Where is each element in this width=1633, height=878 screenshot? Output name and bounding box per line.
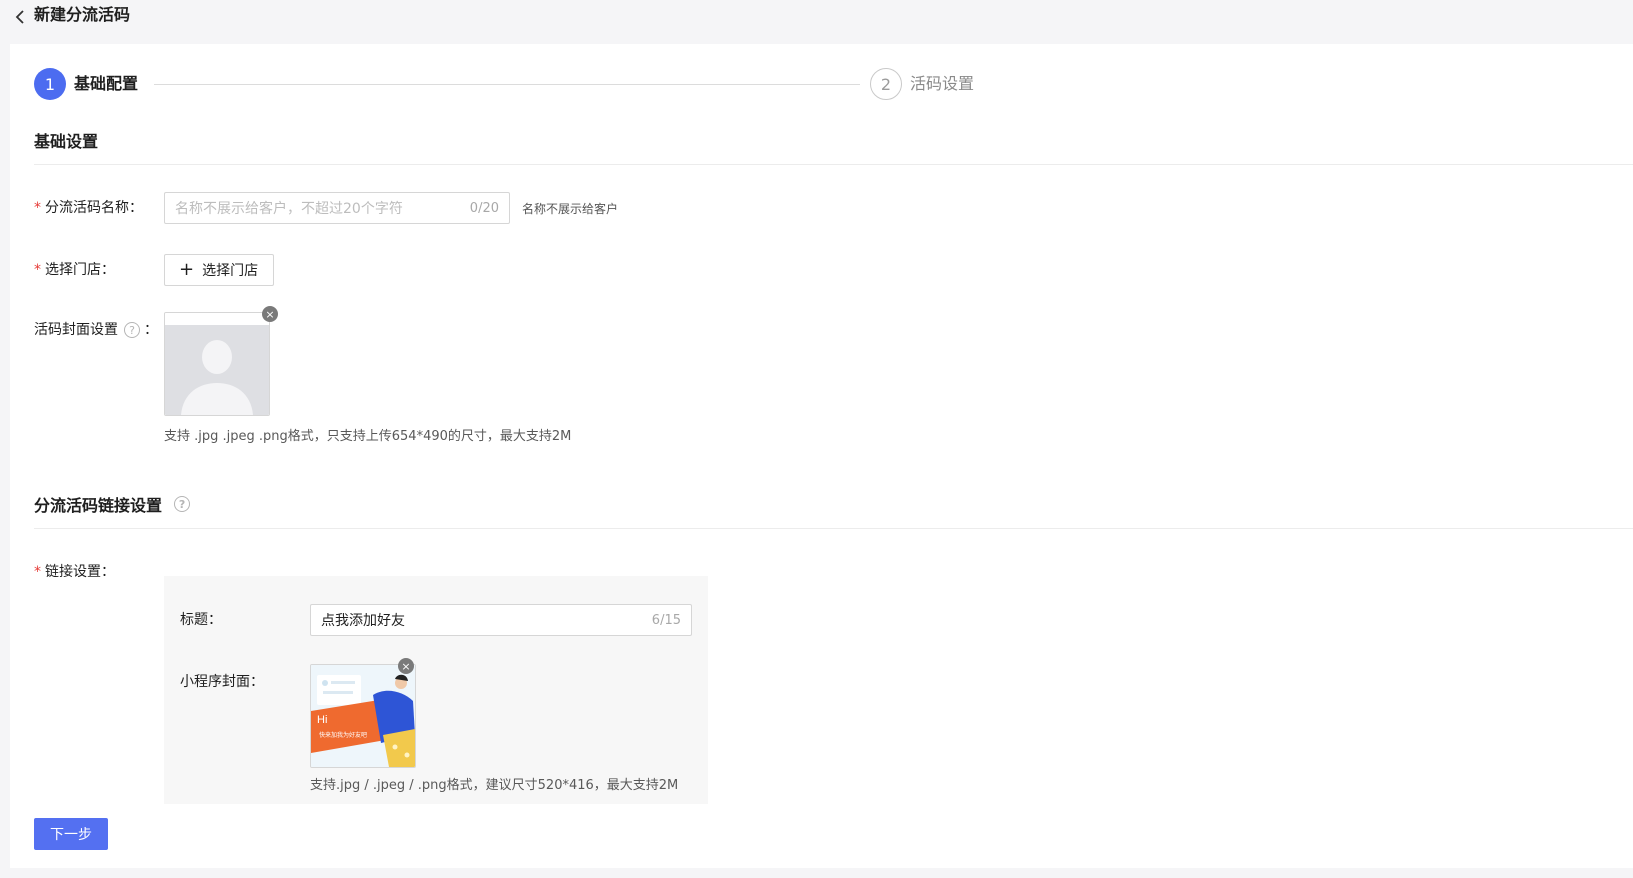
- select-store-button-label: 选择门店: [202, 263, 259, 279]
- step-1-label: 基础配置: [74, 74, 139, 93]
- name-field-hint: 名称不展示给客户: [522, 202, 619, 216]
- step-2-label: 活码设置: [910, 74, 975, 93]
- chevron-left-icon: [15, 10, 24, 24]
- required-mark: *: [34, 262, 41, 278]
- main-card: 1 基础配置 2 活码设置 基础设置 * 分流活码名称： 名称不展示给客户，不超…: [10, 44, 1633, 868]
- back-button[interactable]: [10, 6, 32, 28]
- link-field-label: * 链接设置：: [34, 562, 115, 582]
- banner-hi-text: Hi: [317, 714, 327, 726]
- link-title-label: 标题：: [180, 612, 222, 628]
- store-field-label: * 选择门店：: [34, 260, 115, 280]
- help-icon[interactable]: ?: [124, 322, 140, 338]
- required-mark: *: [34, 564, 41, 580]
- cover-field-hint: 支持 .jpg .jpeg .png格式，只支持上传654*490的尺寸，最大支…: [164, 429, 572, 444]
- top-bar: 新建分流活码: [0, 0, 1633, 42]
- help-icon[interactable]: ?: [174, 496, 191, 512]
- miniprogram-cover-image: Hi 快来加我为好友吧: [311, 665, 415, 767]
- store-field-label-text: 选择门店：: [45, 262, 115, 278]
- divider: [34, 528, 1633, 529]
- name-input-counter: 0/20: [469, 200, 499, 216]
- next-step-button[interactable]: 下一步: [34, 818, 108, 850]
- avatar-placeholder-icon: [165, 313, 269, 415]
- divider: [34, 164, 1633, 165]
- name-input-placeholder: 名称不展示给客户，不超过20个字符: [175, 201, 403, 217]
- link-field-label-text: 链接设置：: [45, 564, 115, 580]
- miniprogram-cover-upload[interactable]: Hi 快来加我为好友吧: [310, 664, 416, 768]
- step-connector: [154, 84, 860, 85]
- step-1-indicator: 1: [34, 68, 66, 100]
- link-settings-panel: 标题： 点我添加好友 6/15 小程序封面： Hi 快来加我为好友吧 × 支持.…: [164, 576, 708, 804]
- cover-field-label-text: 活码封面设置: [34, 322, 118, 338]
- basic-settings-title: 基础设置: [34, 132, 99, 151]
- page-title: 新建分流活码: [34, 5, 131, 24]
- link-title-value: 点我添加好友: [321, 613, 405, 629]
- cover-field-label: 活码封面设置 ? ：: [34, 320, 158, 340]
- name-field-label-text: 分流活码名称：: [45, 200, 143, 216]
- cover-field-label-colon: ：: [144, 322, 158, 338]
- remove-cover-icon[interactable]: ×: [262, 306, 278, 322]
- cover-image-upload[interactable]: [164, 312, 270, 416]
- name-input[interactable]: 名称不展示给客户，不超过20个字符 0/20: [164, 192, 510, 224]
- plus-icon: +: [179, 259, 195, 280]
- remove-miniprogram-cover-icon[interactable]: ×: [398, 658, 414, 674]
- miniprogram-cover-label: 小程序封面：: [180, 674, 264, 690]
- link-settings-title-row: 分流活码链接设置 ?: [34, 492, 191, 516]
- miniprogram-cover-hint: 支持.jpg / .jpeg / .png格式，建议尺寸520*416，最大支持…: [310, 778, 679, 793]
- link-title-counter: 6/15: [651, 612, 681, 628]
- link-settings-title: 分流活码链接设置: [34, 496, 163, 515]
- banner-sub-text: 快来加我为好友吧: [319, 731, 367, 739]
- name-field-label: * 分流活码名称：: [34, 198, 143, 218]
- required-mark: *: [34, 200, 41, 216]
- link-title-input[interactable]: 点我添加好友 6/15: [310, 604, 692, 636]
- select-store-button[interactable]: + 选择门店: [164, 254, 274, 286]
- step-2-indicator: 2: [870, 68, 902, 100]
